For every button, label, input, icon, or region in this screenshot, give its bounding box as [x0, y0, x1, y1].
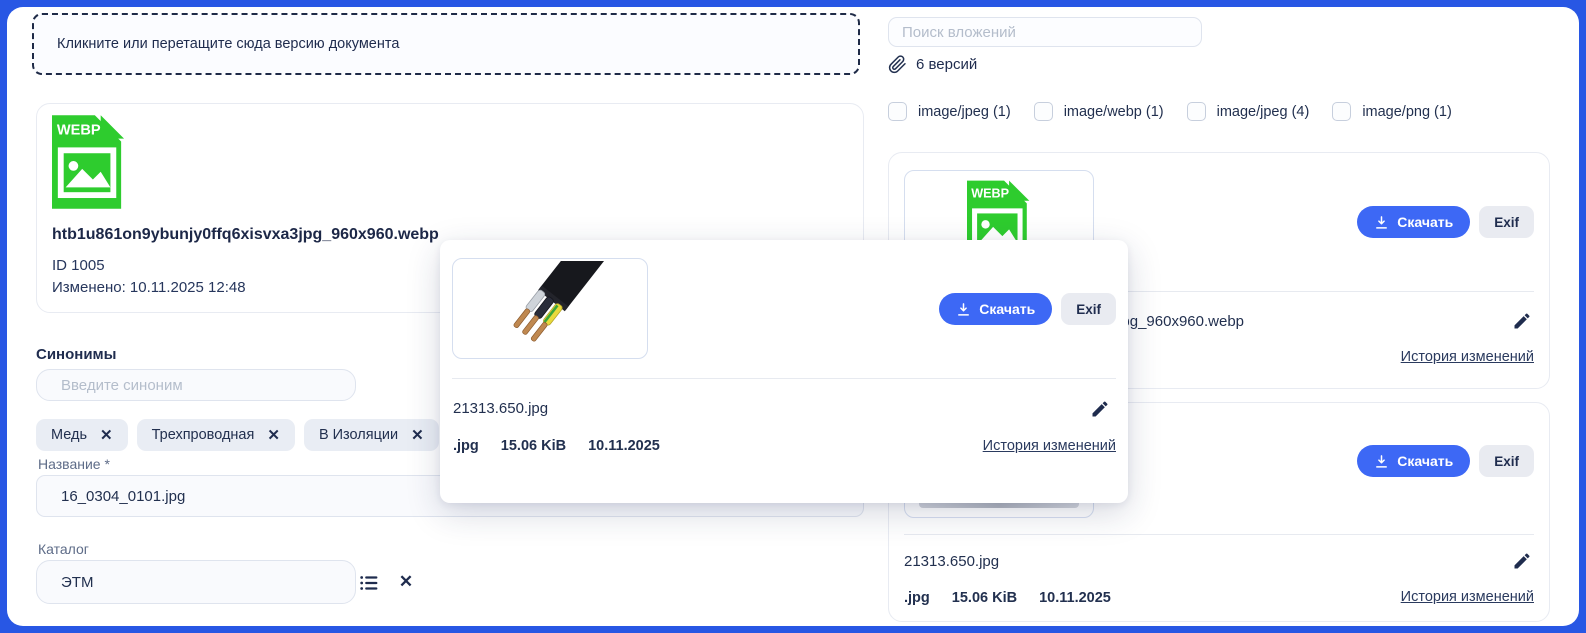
- synonym-tag-label: В Изоляции: [319, 427, 398, 443]
- document-upload-dropzone[interactable]: Кликните или перетащите сюда версию доку…: [32, 13, 860, 75]
- attachment-meta: .jpg 15.06 KiB 10.11.2025: [904, 590, 1111, 606]
- catalog-field-wrap: [36, 560, 356, 604]
- mime-filter: image/jpeg (1): [888, 102, 1011, 121]
- synonym-input[interactable]: [36, 369, 356, 401]
- dropzone-label: Кликните или перетащите сюда версию доку…: [57, 36, 399, 52]
- mime-filter-label: image/jpeg (4): [1217, 104, 1310, 120]
- catalog-field-label: Каталог: [38, 541, 89, 557]
- remove-tag-icon[interactable]: ✕: [267, 426, 280, 444]
- attachment-ext: .jpg: [453, 438, 479, 454]
- name-field-label: Название *: [38, 456, 110, 472]
- attachment-popup-card: Скачать Exif 21313.650.jpg .jpg 15.06 Ki…: [440, 240, 1128, 503]
- attachment-search-input[interactable]: [888, 17, 1202, 47]
- synonym-tag: В Изоляции ✕: [304, 419, 439, 451]
- document-filename: htb1u861on9ybunjy0ffq6xisvxa3jpg_960x960…: [52, 226, 439, 244]
- synonym-tag: Трехпроводная ✕: [137, 419, 295, 451]
- attachment-ext: .jpg: [904, 590, 930, 606]
- attachment-date: 10.11.2025: [588, 438, 660, 454]
- mime-filter-checkbox[interactable]: [1187, 102, 1206, 121]
- mime-filter-checkbox[interactable]: [888, 102, 907, 121]
- catalog-clear-icon[interactable]: ✕: [395, 571, 417, 593]
- synonym-tag: Медь ✕: [36, 419, 128, 451]
- catalog-list-icon[interactable]: [358, 572, 380, 594]
- synonym-tag-label: Трехпроводная: [152, 427, 255, 443]
- mime-filter: image/jpeg (4): [1187, 102, 1310, 121]
- webp-file-icon: [52, 115, 126, 209]
- edit-pencil-icon[interactable]: [1512, 551, 1532, 571]
- download-button[interactable]: Скачать: [1357, 206, 1470, 238]
- cable-photo-thumbnail: [485, 261, 615, 357]
- remove-tag-icon[interactable]: ✕: [100, 426, 113, 444]
- synonym-tag-label: Медь: [51, 427, 87, 443]
- attachments-manager-screen: Кликните или перетащите сюда версию доку…: [0, 0, 1586, 633]
- exif-button[interactable]: Exif: [1479, 206, 1534, 238]
- edit-pencil-icon[interactable]: [1512, 311, 1532, 331]
- attachment-actions: Скачать Exif: [1357, 445, 1534, 477]
- paperclip-icon: [888, 55, 907, 74]
- download-button[interactable]: Скачать: [939, 293, 1052, 325]
- attachment-search-wrap: [888, 17, 1202, 47]
- mime-filters: image/jpeg (1) image/webp (1) image/jpeg…: [888, 102, 1452, 121]
- mime-filter: image/png (1): [1332, 102, 1451, 121]
- download-button-label: Скачать: [1397, 214, 1453, 230]
- attachment-filename: 21313.650.jpg: [453, 400, 548, 417]
- card-divider: [904, 534, 1534, 535]
- download-button-label: Скачать: [979, 301, 1035, 317]
- catalog-field[interactable]: [36, 560, 356, 604]
- mime-filter-label: image/webp (1): [1064, 104, 1164, 120]
- download-button[interactable]: Скачать: [1357, 445, 1470, 477]
- document-modified-date: Изменено: 10.11.2025 12:48: [52, 279, 246, 296]
- history-link[interactable]: История изменений: [983, 438, 1116, 454]
- attachment-thumbnail[interactable]: [452, 258, 648, 359]
- document-id: ID 1005: [52, 257, 105, 274]
- attachment-filename: 21313.650.jpg: [904, 553, 999, 570]
- download-icon: [956, 302, 971, 317]
- versions-count-row: 6 версий: [888, 55, 977, 74]
- attachment-meta: .jpg 15.06 KiB 10.11.2025: [453, 438, 660, 454]
- attachment-date: 10.11.2025: [1039, 590, 1111, 606]
- attachment-size: 15.06 KiB: [952, 590, 1017, 606]
- download-button-label: Скачать: [1397, 453, 1453, 469]
- download-icon: [1374, 454, 1389, 469]
- synonyms-title: Синонимы: [36, 346, 116, 363]
- mime-filter-label: image/jpeg (1): [918, 104, 1011, 120]
- synonym-tags: Медь ✕ Трехпроводная ✕ В Изоляции ✕: [36, 419, 439, 451]
- history-link[interactable]: История изменений: [1401, 589, 1534, 605]
- attachment-size: 15.06 KiB: [501, 438, 566, 454]
- exif-button[interactable]: Exif: [1479, 445, 1534, 477]
- versions-count-label: 6 версий: [916, 56, 977, 73]
- attachment-actions: Скачать Exif: [939, 293, 1116, 325]
- exif-button[interactable]: Exif: [1061, 293, 1116, 325]
- card-divider: [452, 378, 1116, 379]
- mime-filter-label: image/png (1): [1362, 104, 1451, 120]
- attachment-actions: Скачать Exif: [1357, 206, 1534, 238]
- synonym-input-wrap: [36, 369, 356, 401]
- download-icon: [1374, 215, 1389, 230]
- remove-tag-icon[interactable]: ✕: [411, 426, 424, 444]
- mime-filter: image/webp (1): [1034, 102, 1164, 121]
- mime-filter-checkbox[interactable]: [1034, 102, 1053, 121]
- edit-pencil-icon[interactable]: [1090, 399, 1110, 419]
- mime-filter-checkbox[interactable]: [1332, 102, 1351, 121]
- history-link[interactable]: История изменений: [1401, 349, 1534, 365]
